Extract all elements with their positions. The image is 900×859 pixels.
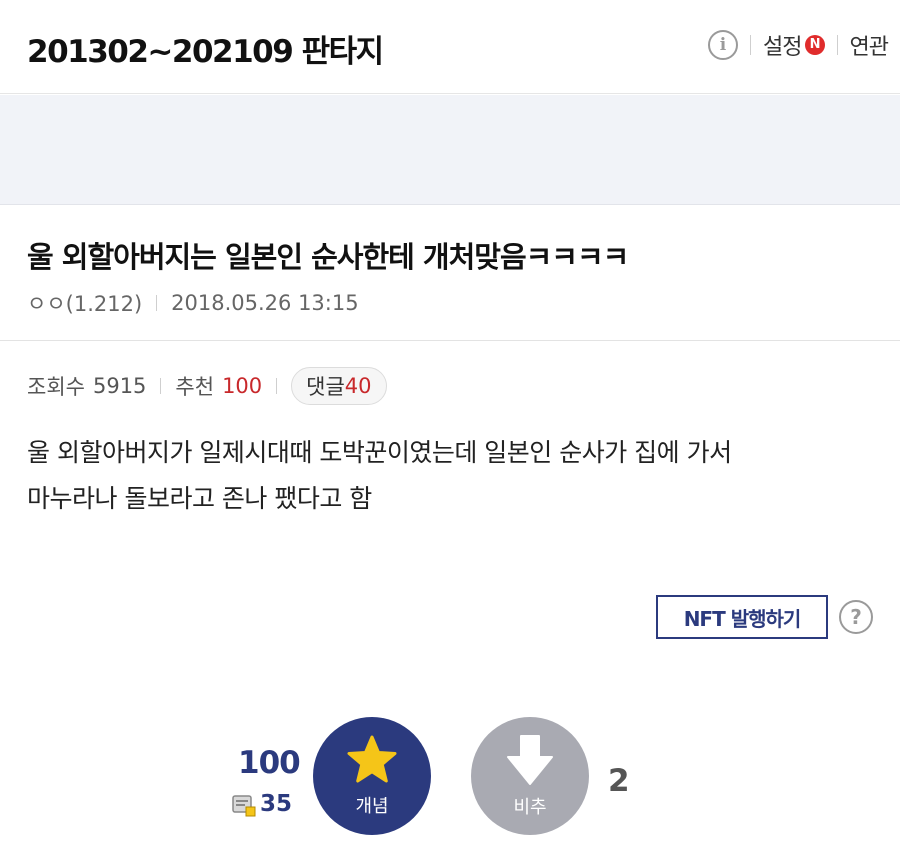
post-title: 울 외할아버지는 일본인 순사한테 개처맞음ㅋㅋㅋㅋ	[27, 240, 629, 274]
recommend-button-label: 개념	[355, 796, 389, 817]
settings-link[interactable]: 설정 N	[763, 29, 825, 61]
new-badge: N	[804, 34, 825, 55]
author-name[interactable]: ㅇㅇ(1.212)	[27, 288, 142, 318]
fixed-user-recommend: 35	[232, 791, 292, 817]
comments-count: 40	[344, 374, 372, 398]
post-date: 2018.05.26 13:15	[171, 291, 359, 315]
downvote-count: 2	[608, 763, 630, 799]
recommend-label: 추천	[175, 375, 215, 399]
related-link[interactable]: 연관	[850, 29, 889, 61]
nft-issue-button[interactable]: NFT 발행하기	[656, 595, 828, 639]
divider	[836, 35, 838, 55]
divider	[276, 378, 278, 394]
views-count: 5915	[92, 374, 147, 398]
downvote-button[interactable]: 비추	[471, 717, 589, 835]
comments-button[interactable]: 댓글 40	[291, 367, 387, 405]
vote-area: 100 35 개념 비추 2	[0, 715, 900, 845]
divider	[160, 378, 162, 394]
post-stats: 조회수 5915 추천 100 댓글 40	[27, 366, 387, 406]
comments-label: 댓글	[306, 375, 345, 399]
body-line: 울 외할아버지가 일제시대때 도박꾼이였는데 일본인 순사가 집에 가서	[27, 438, 732, 467]
settings-label: 설정	[763, 35, 802, 60]
divider	[156, 295, 158, 311]
post-body: 울 외할아버지가 일제시대때 도박꾼이였는데 일본인 순사가 집에 가서 마누라…	[27, 430, 877, 522]
page-header: 201302~202109 판타지 i 설정 N 연관	[0, 0, 900, 94]
recommend-count: 100	[222, 374, 263, 398]
ad-banner-area	[0, 95, 900, 205]
downvote-button-label: 비추	[513, 797, 547, 818]
views-label: 조회수	[27, 375, 85, 399]
body-line: 마누라나 돌보라고 존나 팼다고 함	[27, 484, 372, 513]
header-actions: i 설정 N 연관	[708, 28, 889, 62]
info-icon[interactable]: i	[708, 30, 739, 60]
fixed-user-icon	[232, 793, 256, 817]
fixed-user-count: 35	[260, 791, 293, 817]
post-meta: ㅇㅇ(1.212) 2018.05.26 13:15	[27, 288, 359, 318]
recommend-button[interactable]: 개념	[313, 717, 431, 835]
question-icon[interactable]: ?	[839, 600, 873, 634]
gallery-title[interactable]: 201302~202109 판타지	[27, 26, 384, 71]
post-header: 울 외할아버지는 일본인 순사한테 개처맞음ㅋㅋㅋㅋ ㅇㅇ(1.212) 201…	[0, 206, 900, 341]
divider	[750, 35, 752, 55]
upvote-count: 100	[238, 745, 301, 781]
star-icon	[345, 734, 399, 790]
arrow-down-icon	[505, 733, 555, 791]
